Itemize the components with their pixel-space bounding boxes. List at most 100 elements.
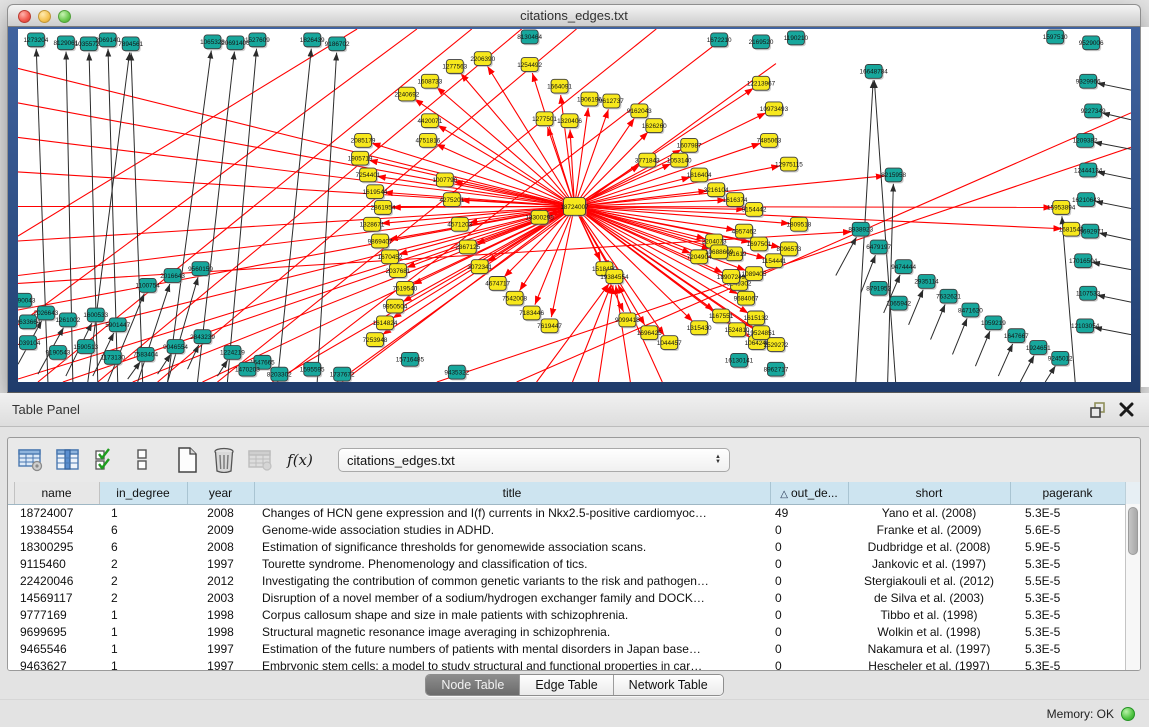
graph-node[interactable]: 9474444: [891, 260, 916, 275]
float-panel-icon[interactable]: [1089, 402, 1107, 418]
cell-in_degree[interactable]: 2: [99, 555, 187, 572]
graph-node[interactable]: 1616374: [723, 193, 748, 208]
graph-node[interactable]: 7632621: [936, 289, 961, 304]
function-builder-icon[interactable]: f(x): [283, 451, 317, 469]
graph-node[interactable]: 8203302: [267, 367, 292, 382]
graph-edge[interactable]: [369, 160, 575, 206]
graph-node[interactable]: 1608733: [417, 74, 442, 89]
cell-pagerank[interactable]: 5.3E-5: [1010, 623, 1125, 640]
cell-year[interactable]: 1997: [187, 555, 254, 572]
graph-edge[interactable]: [1092, 262, 1131, 269]
close-panel-icon[interactable]: [1119, 402, 1137, 418]
graph-node[interactable]: 9190543: [46, 346, 71, 361]
graph-node[interactable]: 1277501: [532, 112, 557, 127]
graph-node[interactable]: 1254492: [517, 58, 542, 73]
cell-year[interactable]: 1998: [187, 623, 254, 640]
cell-out_degree[interactable]: 0: [770, 640, 848, 657]
graph-node[interactable]: 1619544: [363, 185, 388, 200]
network-window-titlebar[interactable]: citations_edges.txt: [7, 4, 1141, 27]
graph-node[interactable]: 12103054: [1071, 319, 1100, 334]
zoom-window-button[interactable]: [58, 10, 71, 23]
cell-name[interactable]: 18724007: [14, 504, 99, 521]
table-row[interactable]: 911546021997Tourette syndrome. Phenomeno…: [8, 555, 1125, 572]
column-header-short[interactable]: short: [848, 482, 1010, 504]
graph-node[interactable]: 1647667: [1004, 329, 1029, 344]
graph-node[interactable]: 1670452: [378, 250, 403, 265]
graph-edge[interactable]: [168, 277, 198, 382]
graph-node[interactable]: 12975115: [775, 157, 803, 172]
graph-node[interactable]: 9529006: [1079, 36, 1104, 51]
cell-title[interactable]: Genome-wide association studies in ADHD.: [254, 521, 770, 538]
column-header-in_degree[interactable]: in_degree: [99, 482, 187, 504]
graph-edge[interactable]: [38, 29, 472, 382]
graph-node[interactable]: 9046554: [163, 340, 188, 355]
graph-node[interactable]: 8471620: [958, 303, 983, 318]
graph-node[interactable]: 7183446: [519, 306, 544, 321]
cell-name[interactable]: 14569117: [14, 589, 99, 606]
graph-node[interactable]: 18724007: [560, 198, 589, 217]
graph-node[interactable]: 9162043: [627, 104, 652, 119]
graph-node[interactable]: 5901447: [105, 318, 130, 333]
graph-node[interactable]: 1224219: [220, 346, 245, 361]
cell-out_degree[interactable]: 0: [770, 589, 848, 606]
graph-edge[interactable]: [952, 318, 967, 354]
cell-short[interactable]: Hescheler et al. (1997): [848, 657, 1010, 671]
select-rows-icon[interactable]: [90, 446, 120, 474]
graph-node[interactable]: 2843239: [190, 330, 215, 345]
graph-node[interactable]: 2935114: [914, 275, 939, 290]
graph-edge[interactable]: [836, 237, 857, 276]
cell-title[interactable]: Estimation of the future numbers of pati…: [254, 640, 770, 657]
show-columns-icon[interactable]: [53, 446, 83, 474]
graph-node[interactable]: 8215958: [881, 168, 906, 183]
cell-name[interactable]: 9465546: [14, 640, 99, 657]
new-column-icon[interactable]: [172, 446, 202, 474]
cell-title[interactable]: Embryonic stem cells: a model to study s…: [254, 657, 770, 671]
table-row[interactable]: 977716911998Corpus callosum shape and si…: [8, 606, 1125, 623]
graph-node[interactable]: 1328671: [360, 217, 385, 232]
cell-name[interactable]: 9115460: [14, 555, 99, 572]
graph-node[interactable]: 1614824: [373, 316, 398, 331]
tab-edge-table[interactable]: Edge Table: [519, 675, 612, 695]
graph-node[interactable]: 8890043: [18, 293, 36, 308]
cell-in_degree[interactable]: 1: [99, 504, 187, 521]
cell-title[interactable]: Estimation of significance thresholds fo…: [254, 538, 770, 555]
column-header-pagerank[interactable]: pagerank: [1010, 482, 1125, 504]
graph-edge[interactable]: [1097, 295, 1131, 302]
graph-edge[interactable]: [998, 344, 1012, 376]
cell-out_degree[interactable]: 0: [770, 572, 848, 589]
graph-node[interactable]: 1600533: [83, 308, 108, 323]
cell-name[interactable]: 18300295: [14, 538, 99, 555]
cell-title[interactable]: Corpus callosum shape and size in male p…: [254, 606, 770, 623]
minimize-window-button[interactable]: [38, 10, 51, 23]
graph-node[interactable]: 8791952: [866, 281, 891, 296]
cell-in_degree[interactable]: 6: [99, 538, 187, 555]
cell-year[interactable]: 1998: [187, 606, 254, 623]
graph-node[interactable]: 1816404: [687, 168, 712, 183]
graph-node[interactable]: 9227349: [1081, 104, 1106, 119]
table-row[interactable]: 1872400712008Changes of HCN gene express…: [8, 504, 1125, 521]
cell-in_degree[interactable]: 1: [99, 623, 187, 640]
graph-node[interactable]: 1039104: [18, 336, 41, 351]
graph-edge[interactable]: [1020, 355, 1034, 382]
cell-title[interactable]: Investigating the contribution of common…: [254, 572, 770, 589]
cell-in_degree[interactable]: 2: [99, 589, 187, 606]
graph-node[interactable]: 1059219: [981, 316, 1006, 331]
graph-node[interactable]: 1681543: [1059, 222, 1084, 237]
cell-short[interactable]: Jankovic et al. (1997): [848, 555, 1010, 572]
graph-node[interactable]: 10973493: [760, 102, 789, 117]
cell-short[interactable]: Dudbridge et al. (2008): [848, 538, 1010, 555]
cell-name[interactable]: 22420046: [14, 572, 99, 589]
graph-node[interactable]: 8130464: [517, 30, 542, 45]
graph-node[interactable]: 1905719: [348, 151, 373, 166]
cell-in_degree[interactable]: 1: [99, 640, 187, 657]
cell-name[interactable]: 9777169: [14, 606, 99, 623]
cell-out_degree[interactable]: 0: [770, 521, 848, 538]
graph-node[interactable]: 1826439: [300, 33, 325, 48]
graph-edge[interactable]: [337, 64, 776, 382]
graph-node[interactable]: 9099418: [615, 313, 640, 328]
graph-node[interactable]: 17016504: [1069, 254, 1098, 269]
graph-node[interactable]: 9612737: [599, 94, 624, 109]
graph-node[interactable]: 1209382: [1073, 134, 1098, 149]
cell-out_degree[interactable]: 0: [770, 657, 848, 671]
graph-node[interactable]: 1320406: [557, 114, 582, 129]
